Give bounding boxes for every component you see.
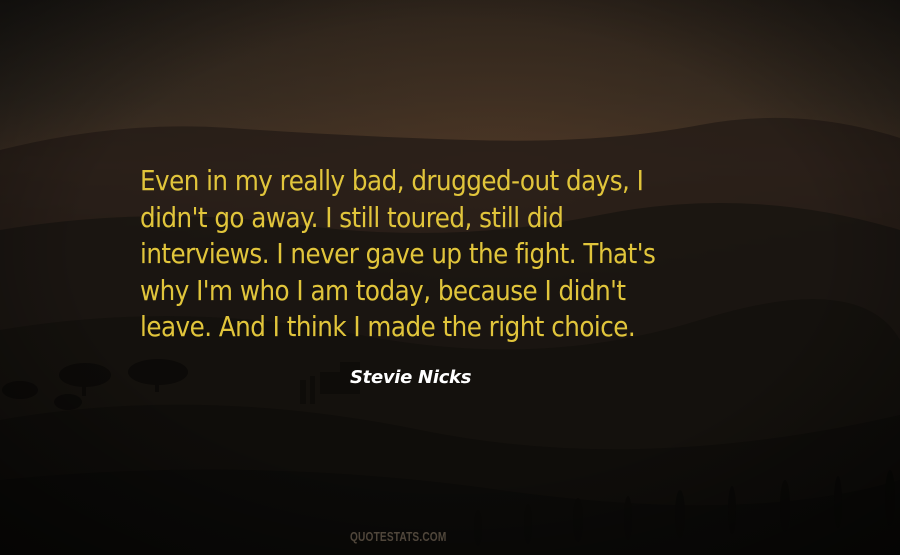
quote-text: Even in my really bad, drugged-out days,… xyxy=(140,163,756,346)
quote-line: leave. And I think I made the right choi… xyxy=(140,310,636,343)
quote-author: Stevie Nicks xyxy=(350,367,472,388)
quote-line: Even in my really bad, drugged-out days,… xyxy=(140,164,644,197)
quote-line: didn't go away. I still toured, still di… xyxy=(140,200,564,234)
quote-line: interviews. I never gave up the fight. T… xyxy=(140,237,656,270)
quote-card: Even in my really bad, drugged-out days,… xyxy=(0,0,900,555)
site-watermark: QUOTESTATS.COM xyxy=(350,529,447,544)
quote-line: why I'm who I am today, because I didn't xyxy=(140,273,626,307)
